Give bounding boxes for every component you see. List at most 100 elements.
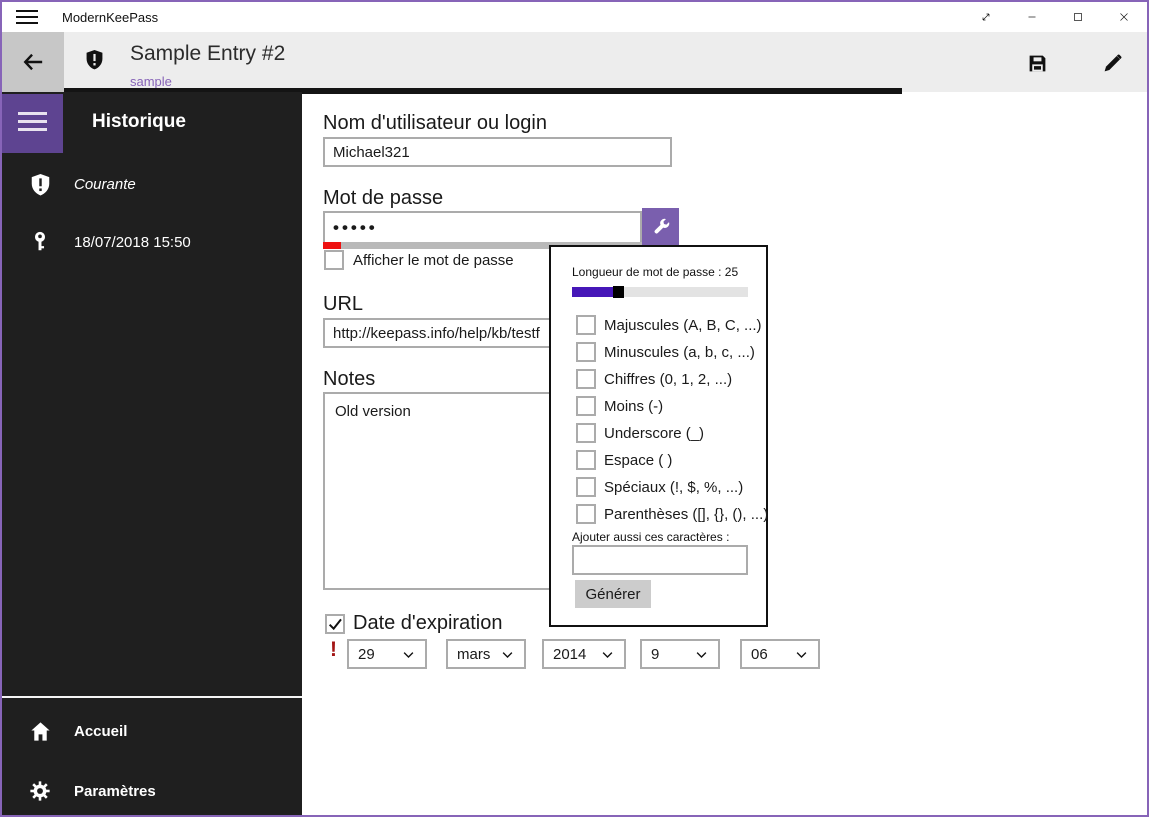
window-controls [963,2,1147,32]
option-uppercase-checkbox[interactable]: Majuscules (A, B, C, ...) [576,315,762,335]
sidebar: Historique Courante 18/07/2018 15:50 Acc… [2,92,302,815]
checkbox-icon [576,477,596,497]
slider-fill [572,287,613,297]
minimize-icon [1028,16,1036,18]
hour-value: 9 [651,645,660,663]
sidebar-item-label: Accueil [74,722,128,740]
sidebar-heading: Historique [92,111,186,132]
sidebar-item-label: Paramètres [74,782,156,800]
show-password-label: Afficher le mot de passe [353,251,514,269]
sidebar-item-settings[interactable]: Paramètres [2,769,302,813]
custom-chars-input[interactable] [572,545,748,575]
password-length-slider[interactable] [572,286,748,298]
page-title: Sample Entry #2 [130,42,286,65]
fullscreen-button[interactable] [963,2,1009,32]
edit-button[interactable] [1092,48,1132,78]
checkbox-icon [576,369,596,389]
entry-header: Sample Entry #2 sample [2,32,1147,92]
shield-icon [86,50,103,70]
chevron-down-icon [696,651,707,658]
save-icon [1029,55,1045,71]
hamburger-menu-icon[interactable] [16,10,38,26]
minimize-button[interactable] [1009,2,1055,32]
expiration-label: Date d'expiration [353,612,503,634]
app-title: ModernKeePass [62,10,159,25]
title-bar: ModernKeePass [2,2,1147,32]
password-input[interactable] [323,211,642,244]
option-digits-checkbox[interactable]: Chiffres (0, 1, 2, ...) [576,369,732,389]
username-label: Nom d'utilisateur ou login [323,112,547,134]
checkbox-icon [576,423,596,443]
day-select[interactable]: 29 [347,639,427,669]
option-minus-checkbox[interactable]: Moins (-) [576,396,663,416]
notes-label: Notes [323,368,376,390]
option-label: Parenthèses ([], {}, (), ...) [604,505,769,523]
year-select[interactable]: 2014 [542,639,626,669]
hamburger-icon [18,111,47,115]
home-icon [28,719,52,743]
minute-select[interactable]: 06 [740,639,820,669]
password-length-label: Longueur de mot de passe : 25 [572,265,739,279]
show-password-checkbox[interactable]: Afficher le mot de passe [324,250,514,270]
year-value: 2014 [553,645,587,663]
option-label: Moins (-) [604,397,664,415]
option-label: Chiffres (0, 1, 2, ...) [604,370,733,388]
chevron-down-icon [602,651,613,658]
month-value: mars [457,645,491,663]
checkbox-icon [576,450,596,470]
option-special-checkbox[interactable]: Spéciaux (!, $, %, ...) [576,477,743,497]
option-space-checkbox[interactable]: Espace ( ) [576,450,672,470]
chevron-down-icon [796,651,807,658]
minute-value: 06 [751,645,768,663]
chevron-down-icon [403,651,414,658]
url-label: URL [323,293,364,315]
maximize-icon [1074,13,1082,21]
expired-warning-icon: ! [330,638,337,661]
username-input[interactable] [323,137,672,167]
password-generator-button[interactable] [642,208,679,245]
key-icon [28,230,52,254]
close-button[interactable] [1101,2,1147,32]
save-button[interactable] [1017,48,1057,78]
day-value: 29 [358,645,375,663]
password-strength-fill [323,242,341,249]
close-icon [1120,13,1128,21]
shield-icon [28,172,52,196]
option-lowercase-checkbox[interactable]: Minuscules (a, b, c, ...) [576,342,755,362]
diagonal-resize-icon [982,13,990,21]
maximize-button[interactable] [1055,2,1101,32]
sidebar-item-history-entry[interactable]: 18/07/2018 15:50 [2,220,302,264]
back-button[interactable] [2,32,64,92]
sidebar-item-label: Courante [74,175,136,193]
sidebar-item-home[interactable]: Accueil [2,709,302,753]
app-window: ModernKeePass Sample Entry #2 sample His… [0,0,1149,817]
generate-button[interactable]: Générer [575,580,651,608]
checkbox-icon [576,342,596,362]
option-underscore-checkbox[interactable]: Underscore (_) [576,423,704,443]
option-label: Espace ( ) [604,451,673,469]
password-label: Mot de passe [323,187,444,209]
option-label: Minuscules (a, b, c, ...) [604,343,755,361]
sidebar-item-label: 18/07/2018 15:50 [74,233,191,251]
entry-group-link[interactable]: sample [130,74,172,89]
slider-thumb[interactable] [613,286,624,298]
nav-hamburger-button[interactable] [2,94,63,153]
sidebar-divider [2,696,302,698]
back-arrow-icon [23,53,43,71]
password-generator-popup: Longueur de mot de passe : 25 Majuscules… [549,245,768,627]
hour-select[interactable]: 9 [640,639,720,669]
option-label: Underscore (_) [604,424,705,442]
checkbox-icon [576,396,596,416]
gear-icon [28,779,52,803]
pencil-icon [1104,54,1121,71]
custom-chars-label: Ajouter aussi ces caractères : [572,530,730,544]
option-label: Majuscules (A, B, C, ...) [604,316,762,334]
chevron-down-icon [502,651,513,658]
checkbox-icon [324,250,344,270]
wrench-icon [654,218,669,233]
sidebar-item-current[interactable]: Courante [2,162,302,206]
expiration-checkbox[interactable]: Date d'expiration [325,612,502,635]
option-label: Spéciaux (!, $, %, ...) [604,478,744,496]
month-select[interactable]: mars [446,639,526,669]
option-brackets-checkbox[interactable]: Parenthèses ([], {}, (), ...) [576,504,768,524]
